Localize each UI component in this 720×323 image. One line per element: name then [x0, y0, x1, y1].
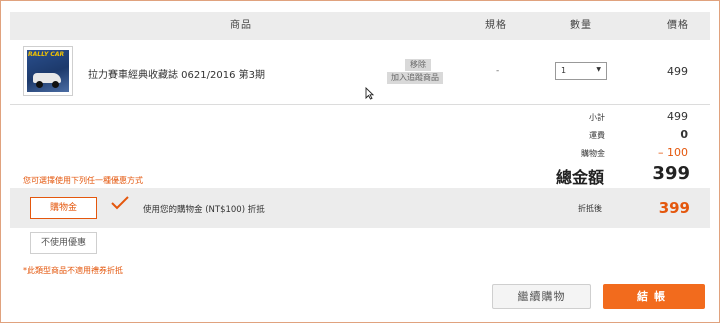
total-value: 399	[652, 163, 690, 184]
checkout-button[interactable]: 結帳	[603, 284, 705, 309]
check-icon	[111, 196, 129, 210]
table-header: 商品 規格 數量 價格	[10, 12, 710, 40]
header-spec: 規格	[485, 20, 507, 31]
add-to-tracking-button[interactable]: 加入追蹤商品	[387, 72, 443, 84]
cover-masthead: RALLY CAR	[28, 51, 65, 58]
shipping-value: 0	[680, 128, 688, 141]
product-name[interactable]: 拉力賽車經典收藏誌 0621/2016 第3期	[88, 66, 265, 81]
subtotal-value: 499	[667, 110, 688, 123]
cart-item-row: RALLY CAR 拉力賽車經典收藏誌 0621/2016 第3期 移除 加入追…	[10, 40, 710, 104]
mouse-cursor-icon	[365, 87, 374, 100]
total-label: 總金額	[556, 168, 605, 187]
subtotal-label: 小計	[589, 113, 605, 122]
header-price: 價格	[667, 20, 689, 31]
coupon-discount-value: – 100	[658, 146, 688, 159]
quantity-value: 1	[561, 66, 567, 75]
coupon-description: 使用您的購物金 (NT$100) 折抵	[143, 205, 265, 215]
wheel-graphic	[52, 81, 59, 88]
row-divider	[10, 104, 710, 105]
after-discount-label: 折抵後	[578, 204, 602, 213]
restriction-note: *此類型商品不適用禮券折抵	[23, 266, 123, 275]
header-product: 商品	[230, 20, 252, 31]
header-qty: 數量	[570, 20, 592, 31]
product-thumbnail[interactable]: RALLY CAR	[23, 46, 73, 96]
wheel-graphic	[36, 81, 43, 88]
chevron-down-icon: ▼	[596, 66, 601, 73]
magazine-cover-image: RALLY CAR	[27, 50, 69, 92]
quantity-select[interactable]: 1 ▼	[555, 62, 607, 80]
remove-button[interactable]: 移除	[405, 59, 431, 71]
item-price: 499	[667, 65, 688, 78]
shipping-label: 運費	[589, 131, 605, 140]
product-spec: -	[496, 66, 500, 76]
promo-choice-note: 您可選擇使用下列任一種優惠方式	[23, 176, 143, 185]
no-discount-button[interactable]: 不使用優惠	[30, 232, 97, 254]
coupon-label: 購物金	[581, 149, 605, 158]
coupon-option-button[interactable]: 購物金	[30, 197, 97, 219]
after-discount-value: 399	[658, 199, 690, 217]
continue-shopping-button[interactable]: 繼續購物	[492, 284, 591, 309]
